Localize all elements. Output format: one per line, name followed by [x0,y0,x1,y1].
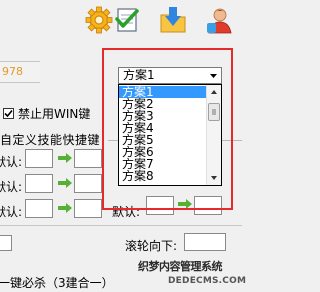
row2-target-input[interactable] [74,174,102,193]
top-number-value: 978 [2,65,23,78]
row2-key-input[interactable] [25,174,53,193]
gear-icon[interactable] [84,5,114,35]
checklist-icon[interactable] [112,5,142,35]
user-icon[interactable] [205,5,235,35]
watermark-url: DEDECMS.COM [168,276,247,286]
disable-win-label: 禁止用WIN键 [18,107,91,121]
download-icon[interactable] [158,5,188,35]
scheme-select-value: 方案1 [123,68,155,82]
chevron-down-icon [210,74,217,78]
row1-label: 默认: [0,155,23,169]
right-arrow-icon [178,199,192,209]
scroll-up-icon[interactable] [208,86,220,98]
row3-target-input[interactable] [74,199,102,218]
row2-label: 默认: [0,180,23,194]
scheme-option[interactable]: 方案8 [119,170,206,182]
right-target-input[interactable] [194,196,222,215]
right-key-input[interactable] [146,196,174,215]
row3-key-input[interactable] [25,199,53,218]
left-partial-input[interactable] [0,235,12,251]
watermark: 织梦内容管理系统 DEDECMS.COM [138,254,246,292]
row1-key-input[interactable] [25,149,53,168]
scroll-down-label: 滚轮向下: [125,239,178,253]
bottom-separator [0,225,242,226]
row3-label: 默认: [0,205,23,219]
scrollbar-thumb[interactable] [208,103,220,121]
row2-arrow-icon [58,178,72,188]
top-number-field[interactable]: 978 [0,61,40,83]
scroll-down-input[interactable] [184,233,226,251]
one-key-kill-label: 一键必杀（3建合一） [0,276,114,290]
dropdown-scrollbar[interactable] [206,85,221,185]
scroll-down-icon[interactable] [208,172,220,184]
right-row-label: 默认: [112,205,141,219]
watermark-title: 织梦内容管理系统 [138,260,223,273]
row3-arrow-icon [58,203,72,213]
scheme-dropdown-list[interactable]: 方案1 方案2 方案3 方案4 方案5 方案6 方案7 方案8 [118,84,222,186]
row1-target-input[interactable] [74,149,102,168]
scheme-select-dropdown-button[interactable] [206,68,221,83]
skills-group-title: 自定义技能快捷键 [0,133,101,147]
disable-win-checkbox[interactable] [3,108,14,119]
scheme-select[interactable]: 方案1 [118,67,222,84]
row1-arrow-icon [58,153,72,163]
